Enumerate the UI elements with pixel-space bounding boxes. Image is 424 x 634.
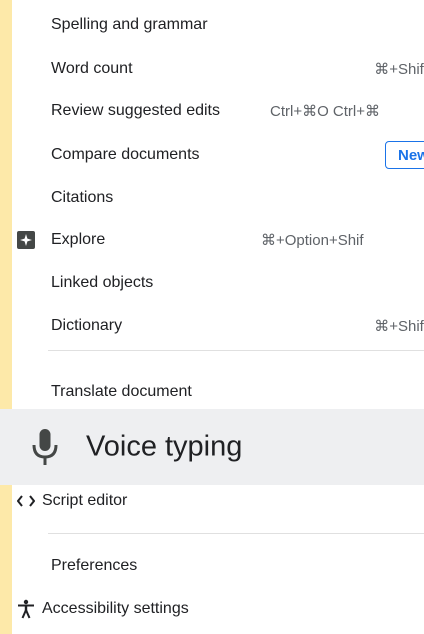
explore-icon	[16, 230, 36, 250]
menu-item-label: Compare documents	[51, 146, 200, 163]
menu-item-explore[interactable]: Explore ⌘+Option+Shif	[12, 220, 424, 260]
new-badge: New	[385, 141, 424, 169]
menu-item-label: Preferences	[51, 557, 138, 574]
menu-item-label: Word count	[51, 60, 133, 77]
voice-typing-label: Voice typing	[86, 430, 243, 463]
menu-item-label: Translate document	[51, 383, 192, 400]
menu-item-label: Script editor	[42, 492, 128, 509]
menu-item-spelling-and-grammar[interactable]: Spelling and grammar	[12, 5, 424, 45]
microphone-icon	[30, 427, 60, 467]
menu-item-preferences[interactable]: Preferences	[12, 546, 424, 586]
menu-divider	[48, 350, 424, 351]
menu-item-script-editor[interactable]: Script editor	[12, 481, 424, 521]
menu-item-label: Accessibility settings	[42, 600, 189, 617]
menu-item-label: Explore	[51, 231, 106, 248]
menu-divider	[48, 533, 424, 534]
menu-item-voice-typing[interactable]: Voice typing	[0, 409, 424, 485]
menu-item-label: Linked objects	[51, 274, 154, 291]
menu-item-label: Spelling and grammar	[51, 16, 208, 33]
menu-item-label: Citations	[51, 189, 114, 206]
code-icon	[16, 491, 36, 511]
menu-item-dictionary[interactable]: Dictionary ⌘+Shift	[12, 306, 424, 346]
menu-item-review-suggested-edits[interactable]: Review suggested edits Ctrl+⌘O Ctrl+⌘	[12, 91, 424, 131]
document-edge-strip	[0, 0, 12, 634]
menu-item-translate-document[interactable]: Translate document	[12, 372, 424, 412]
menu-item-label: Dictionary	[51, 317, 123, 334]
menu-item-linked-objects[interactable]: Linked objects	[12, 263, 424, 303]
menu-item-accessibility-settings[interactable]: Accessibility settings	[12, 589, 424, 629]
menu-item-compare-documents[interactable]: Compare documents New	[12, 135, 424, 175]
menu-item-shortcut: ⌘+Shift	[374, 318, 424, 335]
menu-item-word-count[interactable]: Word count ⌘+Shift	[12, 49, 424, 89]
accessibility-icon	[16, 599, 36, 619]
menu-item-shortcut: ⌘+Shift	[374, 61, 424, 78]
menu-item-citations[interactable]: Citations	[12, 178, 424, 218]
menu-item-label: Review suggested edits	[51, 102, 220, 119]
tools-menu: Spelling and grammar Word count ⌘+Shift …	[12, 0, 424, 634]
menu-item-shortcut: ⌘+Option+Shif	[261, 232, 364, 249]
menu-item-shortcut: Ctrl+⌘O Ctrl+⌘	[270, 103, 381, 120]
